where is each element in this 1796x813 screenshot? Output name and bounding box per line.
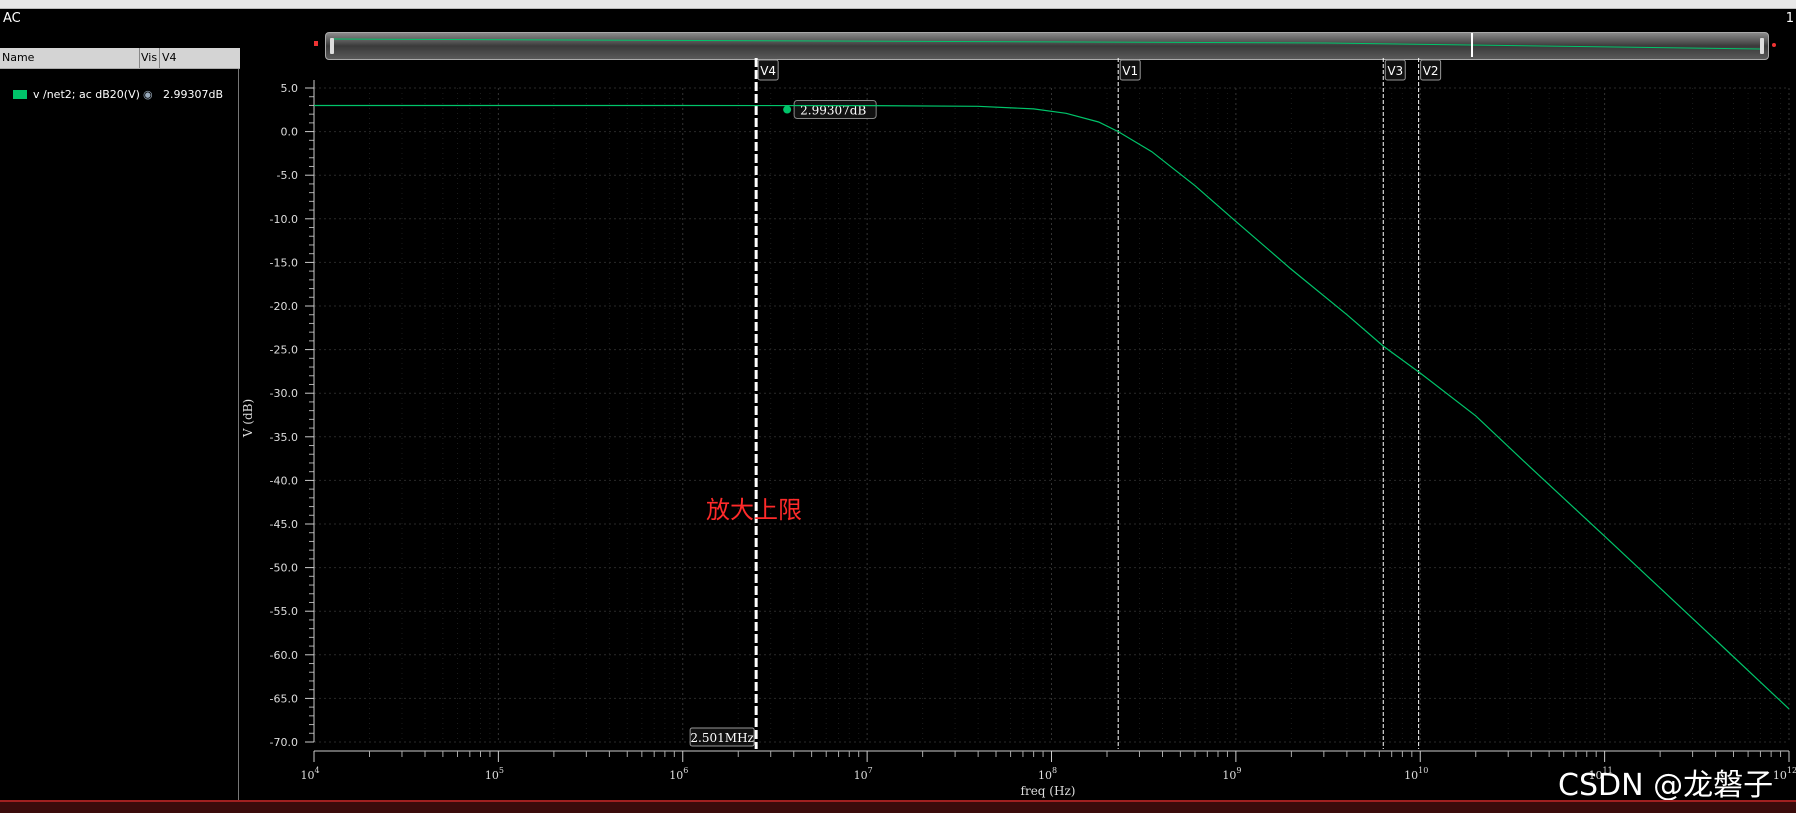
x-tick-label: 105 (485, 766, 504, 782)
x-tick-label: 106 (669, 766, 688, 782)
y-tick-label: -5.0 (277, 169, 298, 182)
x-tick-label: 104 (300, 766, 319, 782)
y-tick-label: -35.0 (270, 431, 298, 444)
y-tick-label: -20.0 (270, 300, 298, 313)
marker-label: V1 (1122, 64, 1138, 78)
axis-layer: 5.0 0.0 -5.0 -10.0 -15.0 -20.0 -25.0 -30.0 -35.0… (270, 80, 1796, 782)
marker-label: V3 (1387, 64, 1403, 78)
y-tick-label: -10.0 (270, 213, 298, 226)
y-tick-label: -55.0 (270, 605, 298, 618)
marker-point-dot (783, 105, 792, 114)
x-tick-label: 1010 (1404, 766, 1428, 782)
grid-layer (313, 87, 1790, 743)
y-tick-label: -25.0 (270, 344, 298, 357)
y-tick-label: 5.0 (281, 82, 299, 95)
y-tick-label: -40.0 (270, 474, 298, 487)
x-tick-label: 1012 (1773, 766, 1796, 782)
y-tick-label: -65.0 (270, 692, 298, 705)
y-tick-label: -15.0 (270, 256, 298, 269)
x-tick-label: 108 (1038, 766, 1057, 782)
y-tick-label: 0.0 (281, 126, 299, 139)
y-tick-label: -30.0 (270, 387, 298, 400)
marker-label: V4 (760, 64, 776, 78)
annotation-text: 放大上限 (706, 496, 802, 524)
x-tick-label: 107 (854, 766, 873, 782)
y-tick-label: -60.0 (270, 649, 298, 662)
y-axis-label: V (dB) (241, 399, 255, 438)
status-bar (0, 800, 1796, 813)
y-tick-label: -50.0 (270, 562, 298, 575)
marker-layer: V4 V1 V3 V22.99307dB2.501MHz (689, 58, 1442, 749)
y-tick-label: -45.0 (270, 518, 298, 531)
marker-x-readout: 2.501MHz (690, 731, 753, 745)
marker-label: V2 (1423, 64, 1439, 78)
x-axis-label: freq (Hz) (1021, 784, 1076, 798)
y-tick-label: -70.0 (270, 736, 298, 749)
watermark-text: CSDN @龙磐子 (1558, 768, 1774, 803)
x-tick-label: 109 (1222, 766, 1241, 782)
ac-plot[interactable]: 5.0 0.0 -5.0 -10.0 -15.0 -20.0 -25.0 -30.0 -35.0… (0, 0, 1796, 800)
